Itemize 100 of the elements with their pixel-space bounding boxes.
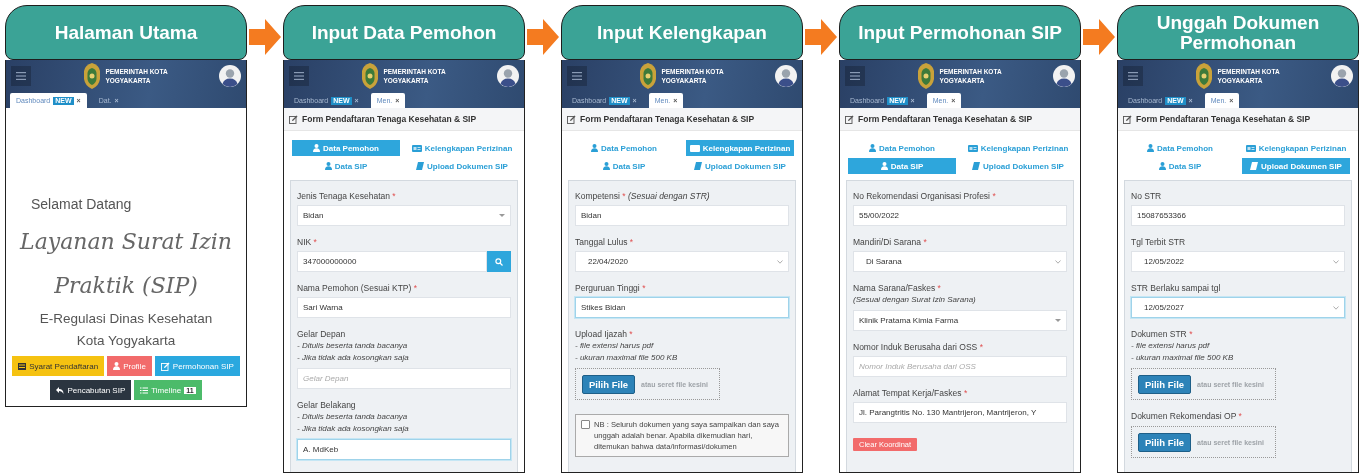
crest-logo	[1194, 62, 1215, 90]
user-icon	[113, 362, 121, 370]
text-field[interactable]: A. MdKeb	[297, 439, 511, 460]
crest-logo	[638, 62, 659, 90]
subtitle-line: E-Regulasi Dinas Kesehatan	[39, 310, 213, 328]
text-field[interactable]: Gelar Depan	[297, 368, 511, 389]
menu-icon[interactable]	[289, 66, 309, 86]
field-hint: - file extensi harus pdf	[1131, 340, 1211, 352]
step-title: Halaman Utama	[5, 5, 247, 60]
menu-icon[interactable]	[567, 66, 587, 86]
text-field[interactable]: Stikes Bidan	[575, 297, 789, 318]
avatar-icon[interactable]	[1331, 65, 1353, 87]
avatar-icon[interactable]	[219, 65, 241, 87]
choose-file-button[interactable]: Pilih File	[1138, 374, 1192, 394]
section-tab[interactable]: Data SIP	[570, 158, 678, 174]
section-tab[interactable]: Upload Dokumen SIP	[1242, 158, 1350, 174]
dropdown[interactable]: Klinik Pratama Kimia Farma	[853, 310, 1067, 331]
section-tab[interactable]: Upload Dokumen SIP	[964, 158, 1072, 174]
crest-logo	[360, 62, 381, 90]
checkbox[interactable]	[581, 420, 590, 429]
text-field[interactable]: 347000000000	[297, 251, 487, 272]
field-label: Nomor Induk Berusaha dari OSS *	[853, 341, 984, 353]
form-title: Form Pendaftaran Tenaga Kesehatan & SIP	[580, 114, 755, 124]
section-tab[interactable]: Data Pemohon	[570, 140, 678, 156]
avatar-icon[interactable]	[1053, 65, 1075, 87]
section-tab[interactable]: Data SIP	[1126, 158, 1234, 174]
menu-icon[interactable]	[11, 66, 31, 86]
field-label: Gelar Belakang	[297, 399, 357, 411]
form-title: Form Pendaftaran Tenaga Kesehatan & SIP	[858, 114, 1033, 124]
chevron-icon	[777, 259, 783, 264]
section-tab[interactable]: Kelengkapan Perizinan	[408, 140, 516, 156]
id-card-icon	[967, 144, 978, 152]
user-icon	[869, 144, 876, 152]
choose-file-button[interactable]: Pilih File	[582, 374, 636, 394]
text-field[interactable]: Sari Warna	[297, 297, 511, 318]
flow-arrow	[1083, 19, 1115, 55]
date-picker[interactable]: 12/05/2027	[1131, 297, 1345, 318]
edit-icon	[160, 361, 170, 371]
menu-icon[interactable]	[845, 66, 865, 86]
text-field[interactable]: Bidan	[575, 205, 789, 226]
field-label: Perguruan Tinggi *	[575, 282, 647, 294]
section-tab[interactable]: Data Pemohon	[292, 140, 400, 156]
menu-button[interactable]: Permohonan SIP	[154, 356, 240, 376]
menu-button[interactable]: Profile	[107, 356, 152, 376]
menu-button[interactable]: Syarat Pendaftaran	[12, 356, 105, 376]
edit-icon	[1123, 114, 1132, 124]
step-title: Input Data Pemohon	[283, 5, 525, 60]
text-field[interactable]: 15087653366	[1131, 205, 1345, 226]
caret-icon	[499, 214, 505, 217]
section-tab[interactable]: Data Pemohon	[848, 140, 956, 156]
field-label: Alamat Tempat Kerja/Faskes *	[853, 387, 969, 399]
field-hint: - Jika tidak ada kosongkan saja	[297, 352, 410, 364]
search-button[interactable]	[487, 251, 511, 272]
list-icon	[18, 362, 27, 370]
section-tab[interactable]: Kelengkapan Perizinan	[686, 140, 794, 156]
field-label: Gelar Depan	[297, 328, 347, 340]
step-title: Unggah Dokumen Permohonan	[1117, 5, 1359, 60]
step-title: Input Kelengkapan	[561, 5, 803, 60]
edit-icon	[289, 114, 298, 124]
flow-arrow	[527, 19, 559, 55]
date-picker[interactable]: 22/04/2020	[575, 251, 789, 272]
field-hint: - Ditulis beserta tanda bacanya	[297, 340, 409, 352]
section-tab[interactable]: Data SIP	[292, 158, 400, 174]
user-icon	[1147, 144, 1154, 152]
field-hint: - file extensi harus pdf	[575, 340, 655, 352]
field-label: Mandiri/Di Sarana *	[853, 236, 928, 248]
text-field[interactable]: 55/00/2022	[853, 205, 1067, 226]
date-picker[interactable]: 12/05/2022	[1131, 251, 1345, 272]
section-tab[interactable]: Upload Dokumen SIP	[686, 158, 794, 174]
edit-icon	[845, 114, 854, 124]
avatar-icon[interactable]	[497, 65, 519, 87]
app-title-line: Layanan Surat Izin	[20, 228, 232, 256]
avatar-icon[interactable]	[775, 65, 797, 87]
form-title: Form Pendaftaran Tenaga Kesehatan & SIP	[1136, 114, 1311, 124]
flow-arrow	[805, 19, 837, 55]
section-tab[interactable]: Data SIP	[848, 158, 956, 174]
field-label: No STR	[1131, 190, 1163, 202]
section-tab[interactable]: Kelengkapan Perizinan	[964, 140, 1072, 156]
user-icon	[1158, 162, 1166, 170]
field-hint: (Sesuai dengan Surat Izin Sarana)	[853, 294, 977, 306]
undo-icon	[56, 386, 65, 394]
menu-button[interactable]: Pencabutan SIP	[50, 380, 132, 400]
section-tab[interactable]: Kelengkapan Perizinan	[1242, 140, 1350, 156]
id-card-icon	[689, 144, 700, 152]
user-icon	[313, 144, 320, 152]
menu-icon[interactable]	[1123, 66, 1143, 86]
list-icon	[140, 386, 149, 394]
field-label: Nama Pemohon (Sesuai KTP) *	[297, 282, 418, 294]
section-tab[interactable]: Upload Dokumen SIP	[408, 158, 516, 174]
dropdown[interactable]: Bidan	[297, 205, 511, 226]
chevron-icon	[1333, 305, 1339, 310]
choose-file-button[interactable]: Pilih File	[1138, 432, 1192, 452]
caret-icon	[1055, 319, 1061, 322]
date-picker[interactable]: Di Sarana	[853, 251, 1067, 272]
field-label: Dokumen Rekomendasi OP *	[1131, 410, 1243, 422]
section-tab[interactable]: Data Pemohon	[1126, 140, 1234, 156]
field-label: Tgl Terbit STR	[1131, 236, 1187, 248]
text-field[interactable]: Jl. Parangtritis No. 130 Mantrijeron, Mantrijeron, Y	[853, 402, 1067, 423]
field-hint: - ukuran maximal file 500 KB	[1131, 352, 1235, 364]
text-field[interactable]: Nomor Induk Berusaha dari OSS	[853, 356, 1067, 377]
